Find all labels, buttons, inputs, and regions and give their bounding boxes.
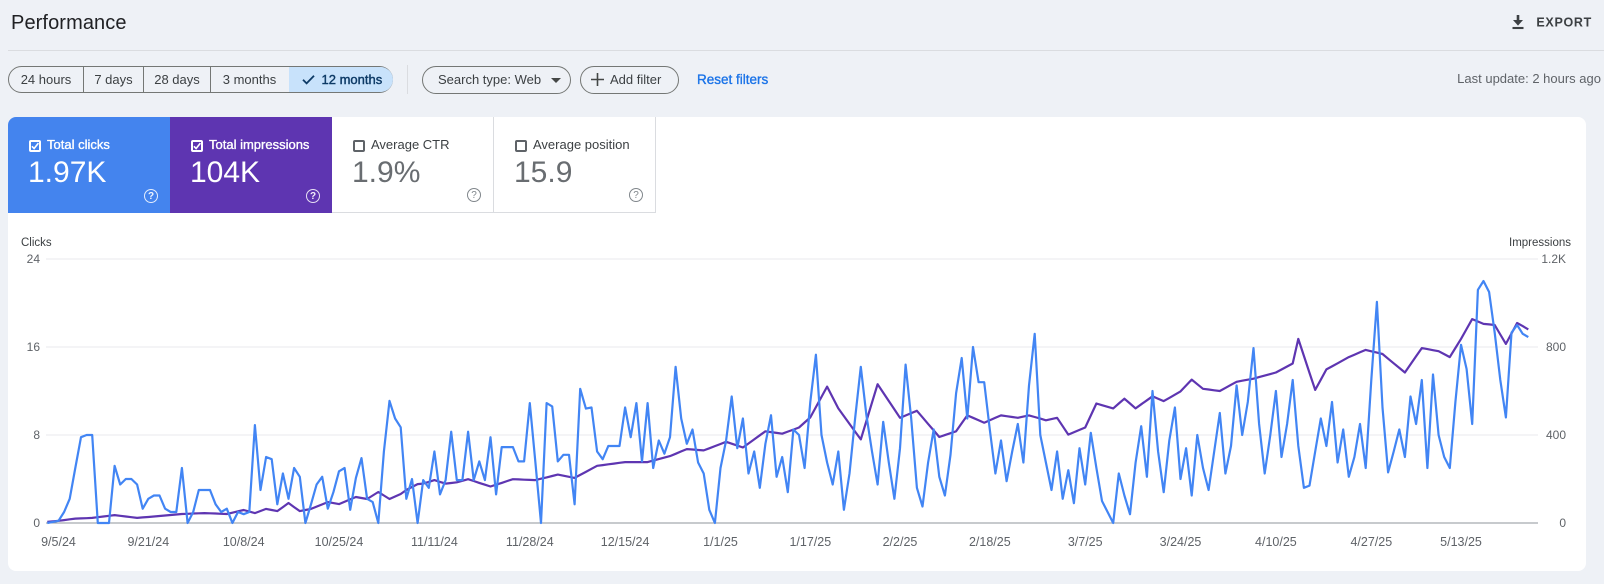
- svg-text:3/24/25: 3/24/25: [1160, 535, 1202, 549]
- svg-text:Clicks: Clicks: [21, 237, 52, 249]
- svg-text:1.2K: 1.2K: [1541, 252, 1566, 266]
- svg-text:12/15/24: 12/15/24: [601, 535, 650, 549]
- svg-text:Impressions: Impressions: [1509, 237, 1571, 249]
- svg-text:4/27/25: 4/27/25: [1350, 535, 1392, 549]
- svg-text:2/2/25: 2/2/25: [883, 535, 918, 549]
- svg-text:0: 0: [1559, 516, 1566, 530]
- svg-text:400: 400: [1546, 428, 1566, 442]
- svg-text:2/18/25: 2/18/25: [969, 535, 1011, 549]
- svg-text:800: 800: [1546, 340, 1566, 354]
- svg-text:3/7/25: 3/7/25: [1068, 535, 1103, 549]
- svg-text:10/25/24: 10/25/24: [315, 535, 364, 549]
- svg-text:9/21/24: 9/21/24: [127, 535, 169, 549]
- svg-text:9/5/24: 9/5/24: [41, 535, 76, 549]
- svg-text:11/11/24: 11/11/24: [411, 535, 458, 549]
- svg-text:1/1/25: 1/1/25: [703, 535, 738, 549]
- svg-text:16: 16: [27, 340, 41, 354]
- svg-text:11/28/24: 11/28/24: [506, 535, 554, 549]
- svg-text:24: 24: [27, 252, 41, 266]
- svg-text:1/17/25: 1/17/25: [789, 535, 831, 549]
- svg-text:8: 8: [33, 428, 40, 442]
- svg-text:10/8/24: 10/8/24: [223, 535, 265, 549]
- svg-text:0: 0: [33, 516, 40, 530]
- svg-text:4/10/25: 4/10/25: [1255, 535, 1297, 549]
- svg-text:5/13/25: 5/13/25: [1440, 535, 1482, 549]
